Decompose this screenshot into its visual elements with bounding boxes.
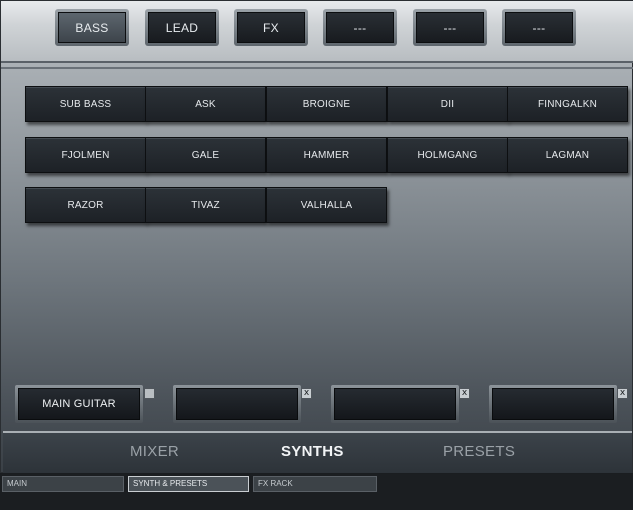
preset-button-fjolmen[interactable]: FJOLMEN [25, 137, 146, 173]
category-button-bass[interactable]: BASS [55, 9, 129, 46]
preset-button-finngalkn[interactable]: FINNGALKN [507, 86, 628, 122]
category-label: LEAD [148, 12, 216, 43]
instrument-slot-2[interactable] [173, 385, 301, 423]
tab-main[interactable]: MAIN [2, 476, 124, 492]
preset-button-valhalla[interactable]: VALHALLA [266, 187, 387, 223]
category-button-empty-2[interactable]: --- [413, 9, 487, 46]
category-label: --- [416, 12, 484, 43]
preset-button-holmgang[interactable]: HOLMGANG [387, 137, 508, 173]
tab-fx-rack[interactable]: FX RACK [253, 476, 377, 492]
slot-label [334, 388, 456, 420]
category-label: FX [237, 12, 305, 43]
synth-panel: BASS LEAD FX --- --- --- SUB BASS ASK BR… [0, 0, 633, 473]
preset-button-lagman[interactable]: LAGMAN [507, 137, 628, 173]
nav-presets[interactable]: PRESETS [443, 443, 515, 460]
bottom-tab-bar: MAIN SYNTH & PRESETS FX RACK [0, 474, 633, 510]
slot-label: MAIN GUITAR [18, 388, 140, 420]
preset-button-gale[interactable]: GALE [145, 137, 266, 173]
category-label: BASS [58, 12, 126, 43]
nav-mixer[interactable]: MIXER [130, 443, 179, 460]
instrument-slot-1[interactable]: MAIN GUITAR [15, 385, 143, 423]
slot-label [176, 388, 298, 420]
close-icon[interactable]: x [459, 388, 470, 399]
instrument-slot-4[interactable] [489, 385, 617, 423]
section-divider [1, 67, 633, 69]
preset-button-sub-bass[interactable]: SUB BASS [25, 86, 146, 122]
close-icon[interactable]: x [617, 388, 628, 399]
category-button-fx[interactable]: FX [234, 9, 308, 46]
category-button-lead[interactable]: LEAD [145, 9, 219, 46]
slot-label [492, 388, 614, 420]
close-icon[interactable]: x [301, 388, 312, 399]
preset-button-dii[interactable]: DII [387, 86, 508, 122]
nav-synths[interactable]: SYNTHS [281, 443, 344, 460]
instrument-slot-3[interactable] [331, 385, 459, 423]
preset-button-razor[interactable]: RAZOR [25, 187, 146, 223]
preset-button-ask[interactable]: ASK [145, 86, 266, 122]
category-button-empty-3[interactable]: --- [502, 9, 576, 46]
category-label: --- [326, 12, 394, 43]
category-bar: BASS LEAD FX --- --- --- [1, 1, 633, 63]
preset-button-hammer[interactable]: HAMMER [266, 137, 387, 173]
preset-button-tivaz[interactable]: TIVAZ [145, 187, 266, 223]
slot-enable-checkbox[interactable] [144, 388, 155, 399]
tab-synth-presets[interactable]: SYNTH & PRESETS [128, 476, 249, 492]
section-nav: MIXER SYNTHS PRESETS [3, 431, 632, 473]
category-button-empty-1[interactable]: --- [323, 9, 397, 46]
category-label: --- [505, 12, 573, 43]
preset-button-broigne[interactable]: BROIGNE [266, 86, 387, 122]
